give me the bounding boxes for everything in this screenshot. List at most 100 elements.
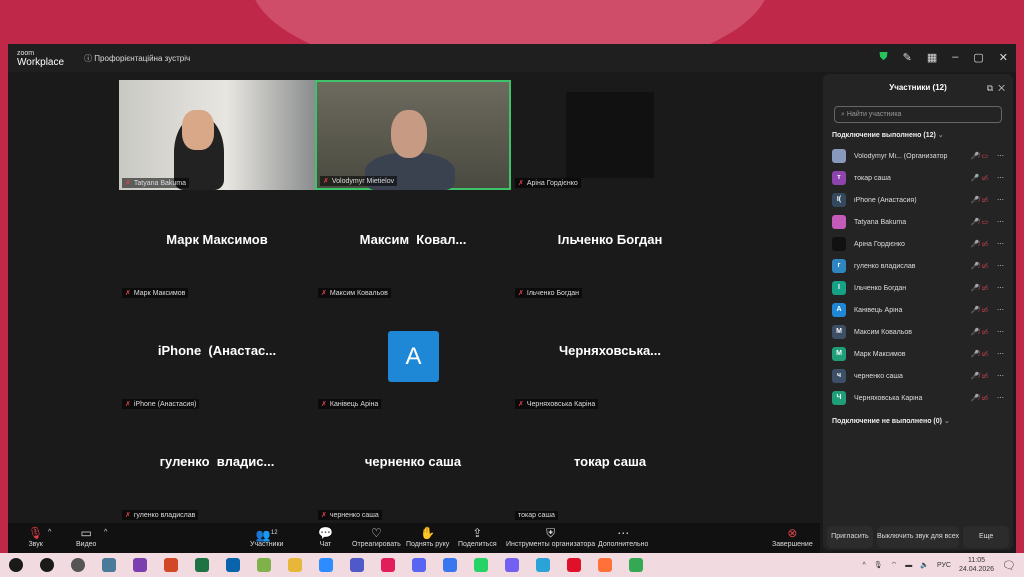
battery-icon[interactable]: ▬ — [905, 562, 912, 569]
more-icon[interactable]: ⋯ — [988, 394, 1004, 402]
video-tile[interactable]: ✗ Volodymyr Mietielov — [315, 80, 511, 190]
pen-icon[interactable]: ✎ — [903, 51, 912, 64]
more-icon[interactable]: ⋯ — [988, 240, 1004, 248]
video-tile[interactable]: гуленко владис... ✗ гуленко владислав — [119, 412, 315, 522]
discord-icon[interactable] — [412, 558, 426, 572]
mic-camera-status-icon[interactable]: 🎤̸ ▭ — [948, 218, 988, 226]
explorer-icon[interactable] — [288, 558, 302, 572]
more-icon[interactable]: ⋯ — [988, 262, 1004, 270]
participant-list-item[interactable]: Volodymyr Mi... (Организатор, я) 🎤̸ ▭ ⋯ — [823, 145, 1013, 167]
more-icon[interactable]: ⋯ — [988, 306, 1004, 314]
share-button[interactable]: ⇪ Поделиться — [458, 526, 497, 548]
participant-list-item[interactable]: Аріна Гордієнко 🎤̸ ▭̸ ⋯ — [823, 233, 1013, 255]
video-tile[interactable]: Ільченко Богдан ✗ Ільченко Богдан — [512, 190, 708, 300]
video-button[interactable]: ▭ Видео — [76, 526, 96, 548]
teams-icon[interactable] — [350, 558, 364, 572]
participant-list-item[interactable]: т токар саша 🎤 ▭̸ ⋯ — [823, 167, 1013, 189]
minimize-icon[interactable]: – — [952, 51, 958, 64]
participant-list-item[interactable]: М Марк Максимов 🎤̸ ▭̸ ⋯ — [823, 343, 1013, 365]
powerpoint-icon[interactable] — [164, 558, 178, 572]
mic-camera-status-icon[interactable]: 🎤̸ ▭̸ — [948, 372, 988, 380]
not-connected-section-header[interactable]: Подключение не выполнено (0) ⌄ — [832, 417, 1004, 425]
video-tile[interactable]: ✗ Аріна Гордієнко — [512, 80, 708, 190]
mic-camera-status-icon[interactable]: 🎤̸ ▭̸ — [948, 350, 988, 358]
connected-section-header[interactable]: Подключение выполнено (12) ⌄ — [832, 131, 1004, 139]
calculator-icon[interactable] — [102, 558, 116, 572]
invite-button[interactable]: Пригласить — [827, 526, 873, 548]
excel-icon[interactable] — [195, 558, 209, 572]
slack-icon[interactable] — [381, 558, 395, 572]
signal-icon[interactable] — [443, 558, 457, 572]
maximize-icon[interactable]: ▢ — [973, 51, 983, 64]
audio-options-chevron[interactable]: ^ — [48, 529, 51, 536]
mic-camera-status-icon[interactable]: 🎤̸ ▭̸ — [948, 284, 988, 292]
mic-icon[interactable]: 🎙 — [874, 561, 883, 569]
network-icon[interactable]: ⌔ — [891, 561, 898, 570]
more-icon[interactable]: ⋯ — [988, 284, 1004, 292]
mic-camera-status-icon[interactable]: 🎤̸ ▭ — [948, 152, 988, 160]
participant-list-item[interactable]: А Канівець Аріна 🎤̸ ▭̸ ⋯ — [823, 299, 1013, 321]
clock[interactable]: 11:05 24.04.2026 — [959, 556, 994, 574]
participant-list-item[interactable]: І Ільченко Богдан 🎤̸ ▭̸ ⋯ — [823, 277, 1013, 299]
participant-list-item[interactable]: М Максим Ковальов 🎤̸ ▭̸ ⋯ — [823, 321, 1013, 343]
raise-hand-button[interactable]: ✋ Поднять руку — [406, 526, 449, 548]
chrome-icon[interactable] — [629, 558, 643, 572]
mic-camera-status-icon[interactable]: 🎤̸ ▭̸ — [948, 328, 988, 336]
zoom-icon[interactable] — [319, 558, 333, 572]
mute-all-button[interactable]: Выключить звук для всех — [876, 526, 960, 548]
host-tools-button[interactable]: ⛨ Инструменты организатора — [506, 526, 595, 548]
more-button[interactable]: ⋯ Дополнительно — [598, 526, 648, 548]
video-tile[interactable]: Марк Максимов ✗ Марк Максимов — [119, 190, 315, 300]
participant-list-item[interactable]: Ч Черняховська Каріна 🎤̸ ▭̸ ⋯ — [823, 387, 1013, 409]
viber-icon[interactable] — [505, 558, 519, 572]
mic-camera-status-icon[interactable]: 🎤̸ ▭̸ — [948, 306, 988, 314]
video-tile[interactable]: ✗ Tatyana Bakuma — [119, 80, 315, 190]
participant-list-item[interactable]: ч черненко саша 🎤̸ ▭̸ ⋯ — [823, 365, 1013, 387]
video-tile[interactable]: черненко саша ✗ черненко саша — [315, 412, 511, 522]
video-options-chevron[interactable]: ^ — [104, 529, 107, 536]
participant-list-item[interactable]: Tatyana Bakuma 🎤̸ ▭ ⋯ — [823, 211, 1013, 233]
mic-camera-status-icon[interactable]: 🎤̸ ▭̸ — [948, 240, 988, 248]
more-icon[interactable]: ⋯ — [988, 218, 1004, 226]
language-indicator[interactable]: РУС — [937, 562, 951, 569]
meeting-info[interactable]: ⓘ Профорієнтаційна зустріч — [84, 53, 190, 64]
video-tile[interactable]: Максим Ковал... ✗ Максим Ковальов — [315, 190, 511, 300]
end-button[interactable]: ⊗ Завершение — [772, 526, 813, 548]
paint-icon[interactable] — [257, 558, 271, 572]
video-tile[interactable]: A ✗ Канівець Аріна — [315, 301, 511, 411]
close-panel-icon[interactable]: ✕ — [998, 83, 1005, 93]
mic-camera-status-icon[interactable]: 🎤̸ ▭̸ — [948, 394, 988, 402]
mic-camera-status-icon[interactable]: 🎤̸ ▭̸ — [948, 262, 988, 270]
start-icon[interactable] — [9, 558, 23, 572]
task-view-icon[interactable] — [71, 558, 85, 572]
volume-icon[interactable]: 🔈 — [920, 561, 929, 569]
video-tile[interactable]: токар саша токар саша — [512, 412, 708, 522]
search-icon[interactable] — [40, 558, 54, 572]
grid-icon[interactable]: ▦ — [927, 51, 937, 64]
more-icon[interactable]: ⋯ — [988, 174, 1004, 182]
participant-list-item[interactable]: г гуленко владислав 🎤̸ ▭̸ ⋯ — [823, 255, 1013, 277]
more-icon[interactable]: ⋯ — [988, 152, 1004, 160]
more-icon[interactable]: ⋯ — [988, 328, 1004, 336]
whatsapp-icon[interactable] — [474, 558, 488, 572]
close-icon[interactable]: ✕ — [999, 51, 1008, 64]
mic-camera-status-icon[interactable]: 🎤 ▭̸ — [948, 174, 988, 182]
participant-search-input[interactable]: ⌕ Найти участника — [834, 106, 1002, 123]
chevron-up-icon[interactable]: ^ — [862, 562, 865, 569]
onenote-icon[interactable] — [133, 558, 147, 572]
shield-icon[interactable]: ⛊ — [879, 51, 887, 64]
participants-button[interactable]: 👥12 Участники — [250, 526, 283, 548]
firefox-icon[interactable] — [598, 558, 612, 572]
opera-icon[interactable] — [567, 558, 581, 572]
outlook-icon[interactable] — [226, 558, 240, 572]
audio-button[interactable]: 🎙 Звук — [28, 526, 43, 548]
mic-camera-status-icon[interactable]: 🎤̸ ▭̸ — [948, 196, 988, 204]
video-tile[interactable]: iPhone (Анастас... ✗ iPhone (Анастасия) — [119, 301, 315, 411]
react-button[interactable]: ♡ Отреагировать — [352, 526, 401, 548]
more-options-button[interactable]: Еще — [963, 526, 1010, 548]
more-icon[interactable]: ⋯ — [988, 350, 1004, 358]
more-icon[interactable]: ⋯ — [988, 196, 1004, 204]
notifications-icon[interactable]: 🗨 — [1002, 559, 1016, 572]
participant-list-item[interactable]: I(iPhone (Анастасия) 🎤̸ ▭̸ ⋯ — [823, 189, 1013, 211]
popout-icon[interactable]: ⧉ — [987, 83, 993, 93]
